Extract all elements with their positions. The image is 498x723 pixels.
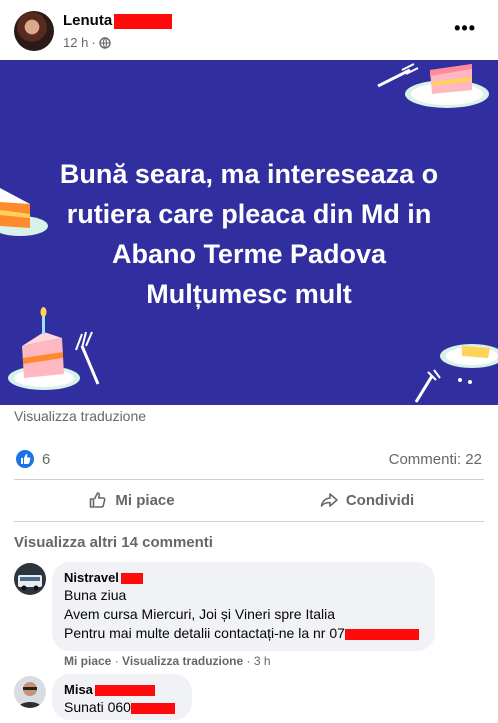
commenter-name[interactable]: Nistravel: [64, 570, 423, 586]
comment-bubble: Nistravel Buna ziua Avem cursa Miercuri,…: [52, 562, 435, 651]
comment-text: Pentru mai multe detalii contactați-ne l…: [64, 625, 345, 641]
comment-text-line: Sunati 060: [64, 698, 180, 717]
banner-line: Bună seara, ma intereseaza o: [59, 159, 439, 189]
share-button[interactable]: Condividi: [249, 481, 484, 519]
post-time[interactable]: 12 h: [63, 35, 88, 50]
comment-bubble: Misa Sunati 060: [52, 674, 192, 720]
comment-text-line: Avem cursa Miercuri, Joi și Vineri spre …: [64, 606, 336, 622]
thumbs-up-outline-icon: [90, 492, 106, 508]
banner-line: Abano Terme Padova: [111, 239, 387, 269]
reaction-count[interactable]: 6: [42, 451, 50, 468]
redaction-mark: [114, 13, 173, 29]
share-arrow-icon: [320, 493, 338, 507]
author-name-text[interactable]: Lenuta: [63, 12, 112, 29]
meta-separator: ·: [91, 35, 96, 50]
commenter-avatar[interactable]: [14, 563, 46, 595]
globe-icon: [98, 36, 111, 49]
author-name[interactable]: Lenuta: [63, 12, 173, 29]
comment-actions: Mi piace · Visualizza traduzione · 3 h: [64, 654, 271, 668]
redaction-mark: [94, 685, 155, 697]
like-label: Mi piace: [115, 491, 175, 509]
post-background-banner: Bună seara, ma intereseaza o rutiera car…: [0, 60, 498, 405]
banner-line: Mulțumesc mult: [146, 279, 352, 309]
banner-post-text: Bună seara, ma intereseaza o rutiera car…: [0, 154, 498, 314]
post-actions: Mi piace Condividi: [14, 481, 484, 519]
redaction-mark: [344, 628, 419, 640]
comment-text-line: Buna ziua: [64, 587, 127, 603]
commenter-avatar[interactable]: [14, 676, 46, 708]
thumbs-up-icon[interactable]: [16, 450, 34, 468]
commenter-name-text[interactable]: Misa: [64, 682, 93, 697]
more-options-button[interactable]: •••: [454, 18, 476, 39]
view-more-comments-link[interactable]: Visualizza altri 14 commenti: [14, 534, 213, 551]
cake-slice-top-right-icon: [377, 63, 489, 108]
author-avatar[interactable]: [14, 11, 54, 51]
redaction-mark: [120, 573, 143, 585]
comment-translate-link[interactable]: Visualizza traduzione: [122, 654, 243, 668]
redaction-mark: [130, 702, 175, 714]
banner-line: rutiera care pleaca din Md in: [66, 199, 432, 229]
comment-separator: ·: [114, 654, 119, 668]
like-button[interactable]: Mi piace: [14, 481, 249, 519]
commenter-name-text[interactable]: Nistravel: [64, 570, 119, 585]
comment-text-line: Pentru mai multe detalii contactați-ne l…: [64, 624, 423, 643]
post-meta: 12 h ·: [63, 35, 111, 50]
comment-time[interactable]: 3 h: [254, 654, 271, 668]
share-label: Condividi: [345, 491, 415, 509]
divider: [14, 479, 484, 480]
comment-text: Sunati 060: [64, 699, 131, 715]
cake-plate-bottom-right-icon: [414, 344, 498, 403]
comment-like-button[interactable]: Mi piace: [64, 654, 111, 668]
commenter-name[interactable]: Misa: [64, 682, 180, 698]
post-header: Lenuta 12 h · •••: [0, 0, 498, 58]
divider: [14, 521, 484, 522]
comment-count[interactable]: Commenti: 22: [389, 451, 482, 468]
comment-separator: ·: [246, 654, 251, 668]
see-translation-link[interactable]: Visualizza traduzione: [14, 408, 146, 424]
reaction-stats: 6 Commenti: 22: [0, 446, 498, 474]
